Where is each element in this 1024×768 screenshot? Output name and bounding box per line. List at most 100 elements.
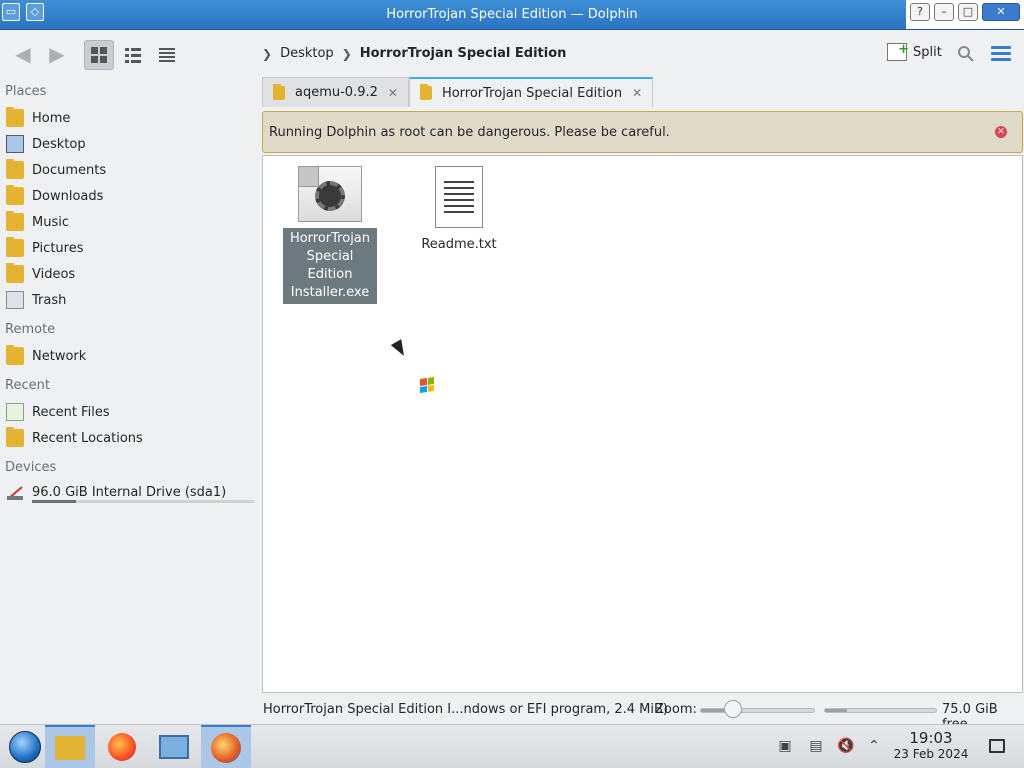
tab-bar: aqemu-0.9.2 ✕ HorrorTrojan Special Editi…	[262, 77, 654, 107]
sidebar-item-trash[interactable]: Trash	[6, 288, 66, 312]
sidebar-item-label: Desktop	[32, 136, 86, 152]
show-desktop-icon[interactable]	[989, 739, 1005, 753]
folder-icon	[419, 84, 432, 100]
search-icon[interactable]	[957, 45, 975, 63]
arrow-right-icon: ▶	[49, 42, 65, 66]
sidebar-item-recent-files[interactable]: Recent Files	[6, 400, 110, 424]
clock-date: 23 Feb 2024	[893, 747, 969, 761]
desktop-icon	[6, 135, 24, 153]
taskbar-firefox[interactable]	[97, 725, 147, 768]
zoom-label: Zoom:	[655, 702, 697, 717]
file-item-installer[interactable]: HorrorTrojan Special Edition Installer.e…	[283, 166, 377, 304]
close-warning-icon[interactable]: ✕	[995, 126, 1007, 138]
file-name: Readme.txt	[421, 237, 497, 252]
chevron-right-icon: ❯	[341, 46, 352, 61]
zoom-slider[interactable]	[700, 708, 815, 713]
volume-muted-icon[interactable]: 🔇	[837, 737, 855, 755]
music-folder-icon	[6, 211, 24, 231]
places-section-title: Places	[5, 84, 47, 99]
sidebar-item-label: Recent Locations	[32, 430, 143, 446]
breadcrumb-item-desktop[interactable]: Desktop	[280, 46, 334, 61]
sidebar-item-label: Pictures	[32, 240, 84, 256]
forward-button[interactable]: ▶	[42, 43, 72, 67]
sidebar-item-label: Recent Files	[32, 404, 110, 420]
details-view-button[interactable]	[152, 40, 182, 70]
monitor-icon	[159, 735, 189, 759]
downloads-folder-icon	[6, 185, 24, 205]
hamburger-menu-icon[interactable]	[991, 46, 1011, 62]
taskbar-file-manager[interactable]	[45, 725, 95, 768]
sidebar-item-documents[interactable]: Documents	[6, 158, 106, 182]
text-file-icon	[435, 166, 483, 228]
icons-view-button[interactable]	[84, 40, 114, 70]
file-name: HorrorTrojan Special Edition Installer.e…	[283, 228, 377, 304]
firefox-icon	[108, 733, 136, 761]
executable-gear-icon	[298, 166, 362, 222]
minimize-button[interactable]: –	[934, 3, 954, 21]
sidebar-item-downloads[interactable]: Downloads	[6, 184, 103, 208]
tab-label: HorrorTrojan Special Edition	[441, 85, 623, 101]
sidebar-item-label: Trash	[32, 292, 67, 308]
breadcrumb: ❯ Desktop ❯ HorrorTrojan Special Edition	[262, 46, 566, 61]
clock[interactable]: 19:03 23 Feb 2024	[890, 729, 972, 761]
sidebar-item-videos[interactable]: Videos	[6, 262, 75, 286]
split-label: Split	[913, 44, 942, 60]
zoom-slider-handle[interactable]	[724, 700, 742, 718]
remote-section-title: Remote	[5, 322, 56, 337]
maximize-button[interactable]: □	[958, 3, 978, 21]
toolbar: ◀ ▶ ❯ Desktop ❯ HorrorTrojan Special Edi…	[0, 31, 1024, 77]
dolphin-app-icon	[211, 733, 241, 763]
sidebar-item-recent-locations[interactable]: Recent Locations	[6, 426, 143, 450]
home-folder-icon	[6, 107, 24, 127]
sidebar-item-music[interactable]: Music	[6, 210, 69, 234]
tab-aqemu[interactable]: aqemu-0.9.2 ✕	[262, 77, 409, 107]
clipboard-icon[interactable]: ▣	[776, 737, 794, 755]
chevron-right-icon: ❯	[262, 46, 273, 61]
documents-folder-icon	[6, 159, 24, 179]
root-warning-banner: Running Dolphin as root can be dangerous…	[262, 111, 1023, 153]
compact-view-icon	[125, 48, 141, 63]
free-space-bar	[824, 708, 937, 713]
taskbar-system-settings[interactable]	[149, 725, 199, 768]
close-tab-icon[interactable]: ✕	[632, 86, 642, 100]
warning-text: Running Dolphin as root can be dangerous…	[269, 124, 670, 140]
icons-view-icon	[91, 47, 107, 63]
close-tab-icon[interactable]: ✕	[388, 86, 398, 100]
tab-horrortrojan[interactable]: HorrorTrojan Special Edition ✕	[408, 77, 654, 107]
help-button[interactable]: ?	[910, 3, 930, 21]
sidebar-item-label: Network	[32, 348, 87, 364]
window-title: HorrorTrojan Special Edition — Dolphin	[386, 7, 638, 22]
trash-icon	[6, 291, 24, 309]
sidebar-item-pictures[interactable]: Pictures	[6, 236, 83, 260]
arrow-left-icon: ◀	[15, 42, 31, 66]
file-view[interactable]: HorrorTrojan Special Edition Installer.e…	[262, 155, 1023, 693]
devices-section-title: Devices	[5, 460, 57, 475]
hard-drive-icon	[6, 483, 24, 501]
chevron-up-icon[interactable]: ⌃	[865, 737, 883, 755]
recent-locations-icon	[6, 427, 24, 447]
close-button[interactable]: ✕	[982, 3, 1020, 21]
windows-logo-icon	[420, 377, 434, 393]
taskbar-dolphin[interactable]	[201, 725, 251, 768]
sidebar-item-label: Home	[32, 110, 71, 126]
file-item-readme[interactable]: Readme.txt	[413, 166, 505, 256]
breadcrumb-item-current[interactable]: HorrorTrojan Special Edition	[360, 46, 567, 61]
places-panel: Places Home Desktop Documents Downloads …	[0, 77, 258, 717]
folder-icon	[273, 83, 285, 100]
details-view-icon	[159, 48, 175, 62]
sidebar-item-network[interactable]: Network	[6, 344, 86, 368]
compact-view-button[interactable]	[118, 40, 148, 70]
back-button[interactable]: ◀	[8, 43, 38, 67]
recent-files-icon	[6, 403, 24, 421]
sidebar-item-desktop[interactable]: Desktop	[6, 132, 86, 156]
sidebar-item-label: Downloads	[32, 188, 104, 204]
storage-icon[interactable]: ▤	[807, 737, 825, 755]
start-button[interactable]	[0, 725, 50, 768]
sidebar-item-home[interactable]: Home	[6, 106, 70, 130]
videos-folder-icon	[6, 263, 24, 283]
split-button[interactable]: Split	[887, 42, 942, 61]
start-orb-icon	[9, 731, 41, 763]
split-view-icon	[887, 42, 909, 61]
sidebar-item-label: 96.0 GiB Internal Drive (sda1)	[32, 484, 227, 500]
network-folder-icon	[6, 345, 24, 365]
